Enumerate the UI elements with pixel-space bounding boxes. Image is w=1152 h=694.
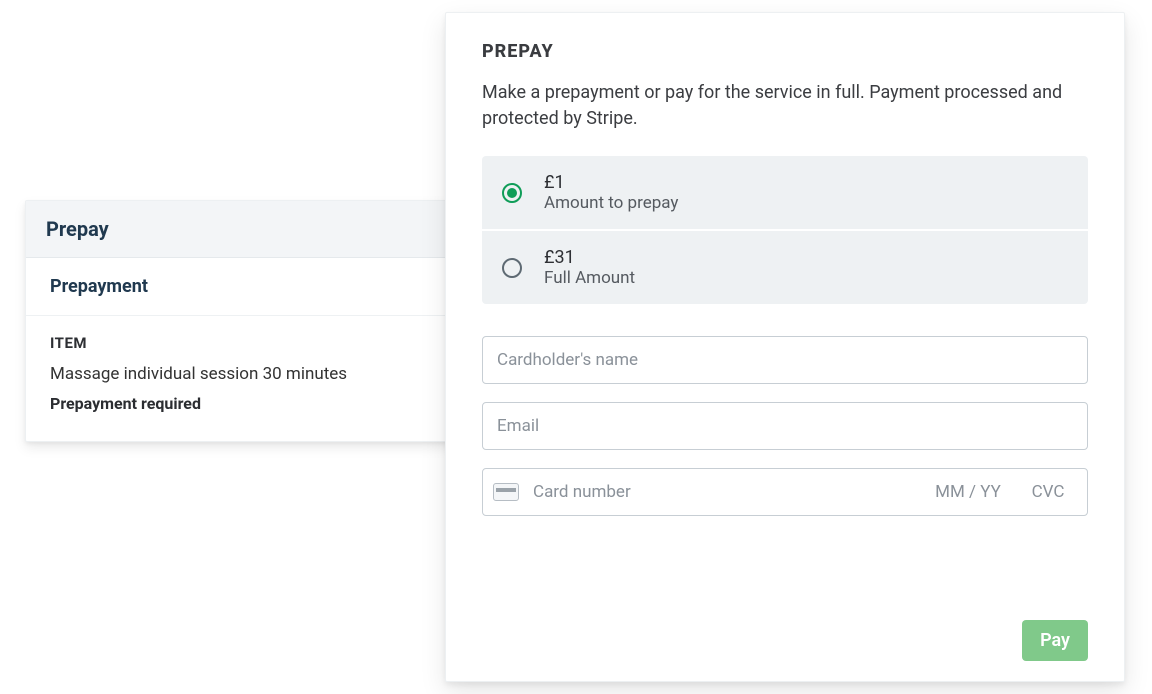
cardholder-name-input[interactable]	[482, 336, 1088, 384]
pay-button[interactable]: Pay	[1022, 620, 1088, 661]
payment-option-full[interactable]: £31 Full Amount	[482, 231, 1088, 304]
card-input-row[interactable]	[482, 468, 1088, 516]
radio-unselected-icon	[502, 258, 522, 278]
card-number-input[interactable]	[529, 482, 913, 502]
prepay-form-title: PREPAY	[482, 41, 1088, 62]
option-label: Amount to prepay	[544, 193, 678, 213]
payment-option-prepay[interactable]: £1 Amount to prepay	[482, 156, 1088, 231]
prepay-form-card: PREPAY Make a prepayment or pay for the …	[445, 12, 1125, 682]
radio-selected-icon	[502, 183, 522, 203]
prepayment-required-note: Prepayment required	[50, 394, 510, 413]
prepay-form-description: Make a prepayment or pay for the service…	[482, 80, 1088, 132]
item-column-label: ITEM	[50, 334, 510, 352]
option-label: Full Amount	[544, 268, 635, 288]
payment-form	[482, 336, 1088, 516]
payment-option-group: £1 Amount to prepay £31 Full Amount	[482, 156, 1088, 304]
item-name: Massage individual session 30 minutes	[50, 364, 510, 384]
card-expiry-input[interactable]	[923, 481, 1013, 503]
option-amount: £31	[544, 247, 635, 268]
option-amount: £1	[544, 172, 678, 193]
credit-card-icon	[493, 483, 519, 501]
email-input[interactable]	[482, 402, 1088, 450]
card-cvc-input[interactable]	[1023, 481, 1073, 503]
